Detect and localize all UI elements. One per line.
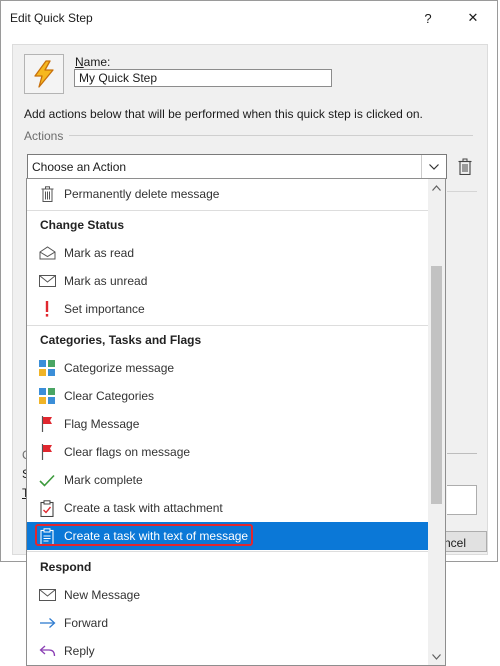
quick-step-icon-button[interactable] <box>24 54 64 94</box>
combo-value: Choose an Action <box>32 160 127 174</box>
envelope-icon <box>38 587 56 603</box>
arrow-right-icon <box>38 615 56 631</box>
dropdown-scrollbar[interactable] <box>428 179 445 665</box>
reply-icon <box>38 643 56 659</box>
trash-icon <box>38 186 56 202</box>
group-header-categories-tasks-flags: Categories, Tasks and Flags <box>27 326 429 354</box>
divider <box>447 453 477 454</box>
list-item-label: Categorize message <box>64 361 175 375</box>
list-item-mark-as-read[interactable]: Mark as read <box>27 239 429 267</box>
divider <box>447 191 477 192</box>
list-item-task-with-text-selected[interactable]: Create a task with text of message <box>27 522 429 550</box>
group-header-label: Change Status <box>40 218 125 232</box>
scroll-up-icon[interactable] <box>428 179 445 196</box>
list-item-label: Mark as unread <box>64 274 148 288</box>
list-item-new-message[interactable]: New Message <box>27 581 429 609</box>
exclamation-icon <box>38 301 56 317</box>
category-grid-icon <box>38 360 56 376</box>
category-grid-icon <box>38 388 56 404</box>
list-item-label: New Message <box>64 588 141 602</box>
list-item-label: Create a task with attachment <box>64 501 223 515</box>
instructions-text: Add actions below that will be performed… <box>24 107 423 121</box>
close-button[interactable]: ✕ <box>453 3 493 33</box>
scrollbar-thumb[interactable] <box>431 266 442 504</box>
list-item-permanently-delete[interactable]: Permanently delete message <box>27 180 429 208</box>
list-item-label: Mark complete <box>64 473 143 487</box>
list-item-flag-message[interactable]: Flag Message <box>27 410 429 438</box>
name-input[interactable]: My Quick Step <box>74 69 332 87</box>
list-item-mark-as-unread[interactable]: Mark as unread <box>27 267 429 295</box>
list-item-label: Flag Message <box>64 417 140 431</box>
group-header-change-status: Change Status <box>27 211 429 239</box>
list-item-label: Permanently delete message <box>64 187 220 201</box>
highlight-outline <box>35 524 253 546</box>
list-item-label: Clear flags on message <box>64 445 191 459</box>
action-dropdown-list[interactable]: Permanently delete message Change Status… <box>26 178 446 666</box>
list-item-label: Set importance <box>64 302 145 316</box>
scroll-down-icon[interactable] <box>428 648 445 665</box>
actions-group-label: Actions <box>24 129 64 143</box>
list-item-clear-categories[interactable]: Clear Categories <box>27 382 429 410</box>
window-title: Edit Quick Step <box>10 11 93 25</box>
choose-action-combobox[interactable]: Choose an Action <box>27 154 447 179</box>
list-item-label: Reply <box>64 644 95 658</box>
list-item-label: Forward <box>64 616 109 630</box>
envelope-open-icon <box>38 245 56 261</box>
clipboard-check-icon <box>38 499 56 517</box>
envelope-icon <box>38 273 56 289</box>
list-item-categorize-message[interactable]: Categorize message <box>27 354 429 382</box>
help-button[interactable]: ? <box>408 3 448 33</box>
list-item-mark-complete[interactable]: Mark complete <box>27 466 429 494</box>
list-item-label: Clear Categories <box>64 389 155 403</box>
group-header-label: Categories, Tasks and Flags <box>40 333 202 347</box>
divider <box>27 551 429 552</box>
group-header-label: Respond <box>40 560 92 574</box>
red-flag-icon <box>38 444 56 460</box>
group-header-respond: Respond <box>27 553 429 581</box>
title-bar: Edit Quick Step ? ✕ <box>1 1 497 35</box>
list-item-clear-flags[interactable]: Clear flags on message <box>27 438 429 466</box>
actions-divider <box>69 135 473 136</box>
name-label: Name: <box>75 55 111 69</box>
list-item-set-importance[interactable]: Set importance <box>27 295 429 323</box>
list-item-task-with-attachment[interactable]: Create a task with attachment <box>27 494 429 522</box>
red-flag-icon <box>38 416 56 432</box>
list-item-label: Mark as read <box>64 246 135 260</box>
list-item-forward[interactable]: Forward <box>27 609 429 637</box>
lightning-icon <box>34 60 54 88</box>
delete-action-trash-icon[interactable] <box>456 156 474 176</box>
chevron-down-icon[interactable] <box>421 155 446 178</box>
list-item-reply[interactable]: Reply <box>27 637 429 665</box>
checkmark-icon <box>38 472 56 488</box>
shortcut-input-edge[interactable] <box>447 485 477 515</box>
